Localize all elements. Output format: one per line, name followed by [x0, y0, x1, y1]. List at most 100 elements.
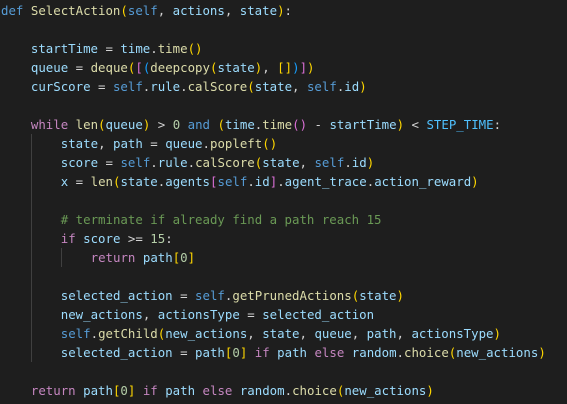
- code-line[interactable]: # terminate if already find a path reach…: [0, 210, 567, 229]
- code-token: id: [254, 174, 270, 189]
- code-line[interactable]: state, path = queue.popleft(): [0, 134, 567, 153]
- code-token: .: [202, 136, 210, 151]
- code-token: .: [277, 174, 285, 189]
- code-token: .: [247, 174, 255, 189]
- code-token: <: [404, 117, 427, 132]
- code-token: self: [195, 288, 225, 303]
- code-token: ]: [284, 60, 293, 75]
- code-token: # terminate if already find a path reach…: [60, 212, 382, 227]
- code-token: calScore: [195, 155, 255, 170]
- code-token: ): [307, 60, 315, 75]
- code-token: actionsType: [157, 307, 240, 322]
- code-line[interactable]: return path[0] if path else random.choic…: [0, 381, 567, 400]
- code-token: def: [1, 3, 24, 18]
- code-token: ): [359, 79, 367, 94]
- code-token: :: [493, 117, 502, 132]
- code-token: ,: [299, 155, 315, 170]
- code-token: deepcopy: [150, 60, 210, 75]
- code-line[interactable]: return path[0]: [0, 248, 567, 267]
- code-token: choice: [404, 345, 449, 360]
- code-token: and: [187, 117, 211, 132]
- code-token: ): [277, 3, 285, 18]
- code-line[interactable]: selected_action = self.getPrunedActions(…: [0, 286, 567, 305]
- code-line[interactable]: [0, 267, 567, 286]
- code-token: actions: [172, 3, 225, 18]
- code-token: SelectAction: [30, 3, 121, 18]
- code-line[interactable]: if score >= 15:: [0, 229, 567, 248]
- code-line[interactable]: [0, 96, 567, 115]
- code-token: agent_trace: [284, 174, 367, 189]
- code-token: ,: [299, 326, 315, 341]
- code-token: startTime: [30, 41, 99, 56]
- code-token: selected_action: [262, 307, 375, 322]
- code-token: 0: [232, 345, 240, 360]
- code-token: score: [60, 155, 99, 170]
- code-token: (: [247, 79, 255, 94]
- code-token: choice: [292, 383, 337, 398]
- code-token: ]: [299, 60, 308, 75]
- code-line[interactable]: [0, 191, 567, 210]
- code-line[interactable]: startTime = time.time(): [0, 39, 567, 58]
- code-token: else: [314, 345, 345, 360]
- code-token: random: [239, 383, 285, 398]
- code-token: ): [538, 345, 546, 360]
- code-token: =: [90, 79, 113, 94]
- code-token: path: [112, 136, 143, 151]
- code-token: while: [30, 117, 69, 132]
- code-token: ): [299, 117, 308, 132]
- code-token: state: [359, 288, 397, 303]
- code-line[interactable]: score = self.rule.calScore(state, self.i…: [0, 153, 567, 172]
- code-token: else: [202, 383, 233, 398]
- code-token: queue: [30, 60, 69, 75]
- code-token: (: [262, 136, 270, 151]
- code-token: time: [157, 41, 188, 56]
- code-line[interactable]: selected_action = path[0] if path else r…: [0, 343, 567, 362]
- code-token: queue: [314, 326, 352, 341]
- code-token: state: [120, 174, 158, 189]
- code-token: queue: [165, 136, 203, 151]
- code-token: state: [254, 79, 293, 94]
- code-token: self: [60, 326, 91, 341]
- code-token: =: [142, 136, 166, 151]
- code-token: :: [284, 3, 293, 18]
- code-token: ,: [247, 326, 263, 341]
- code-token: .: [150, 155, 158, 170]
- code-token: (: [98, 117, 106, 132]
- code-token: ,: [98, 136, 113, 151]
- code-token: ,: [351, 326, 367, 341]
- code-token: id: [351, 155, 367, 170]
- code-token: random: [351, 345, 397, 360]
- code-token: self: [120, 155, 151, 170]
- code-line[interactable]: while len(queue) > 0 and (time.time() - …: [0, 115, 567, 134]
- indent-guide: [60, 248, 62, 267]
- indent-guide: [30, 153, 32, 172]
- code-token: ): [195, 41, 203, 56]
- code-line[interactable]: curScore = self.rule.calScore(state, sel…: [0, 77, 567, 96]
- code-editor[interactable]: def SelectAction(self, actions, state): s…: [0, 0, 567, 404]
- code-token: self: [306, 79, 337, 94]
- code-token: -: [307, 117, 330, 132]
- code-line[interactable]: x = len(state.agents[self.id].agent_trac…: [0, 172, 567, 191]
- code-line[interactable]: [0, 20, 567, 39]
- code-token: state: [262, 155, 300, 170]
- code-token: ): [396, 117, 405, 132]
- code-token: =: [98, 155, 121, 170]
- code-line[interactable]: new_actions, actionsType = selected_acti…: [0, 305, 567, 324]
- code-token: path: [277, 345, 307, 360]
- code-line[interactable]: [0, 362, 567, 381]
- code-token: self: [314, 155, 345, 170]
- indent-guide: [30, 305, 32, 324]
- code-token: new_actions: [344, 383, 427, 398]
- code-token: path: [165, 383, 196, 398]
- code-line[interactable]: queue = deque([(deepcopy(state), [])]): [0, 58, 567, 77]
- code-line[interactable]: self.getChild(new_actions, state, queue,…: [0, 324, 567, 343]
- code-token: ): [269, 136, 278, 151]
- code-token: .: [90, 326, 99, 341]
- code-line[interactable]: def SelectAction(self, actions, state):: [0, 1, 567, 20]
- code-token: path: [142, 250, 173, 265]
